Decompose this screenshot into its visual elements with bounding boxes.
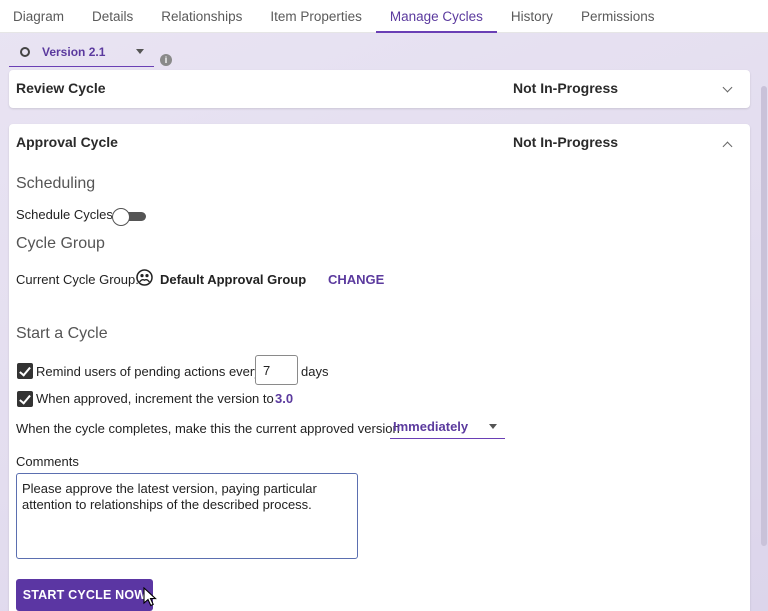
chevron-up-icon[interactable] [722,141,733,152]
review-cycle-card[interactable]: Review Cycle Not In-Progress [9,70,750,108]
chevron-down-icon[interactable] [722,82,733,93]
start-cycle-now-button[interactable]: START CYCLE NOW [16,579,153,611]
toggle-knob [112,208,130,226]
page-scrollbar[interactable] [761,36,767,611]
approved-version-timing-select[interactable]: Immediately [390,414,505,439]
tab-relationships[interactable]: Relationships [147,0,256,32]
chevron-down-icon [489,423,497,429]
complete-label: When the cycle completes, make this the … [16,421,400,436]
comments-textarea[interactable]: Please approve the latest version, payin… [16,473,358,559]
approved-version-timing-value: Immediately [393,418,469,434]
approval-cycle-status: Not In-Progress [513,134,619,150]
cycle-group-value: Default Approval Group [160,272,307,287]
schedule-cycles-label: Schedule Cycles [16,207,113,222]
change-group-link[interactable]: CHANGE [328,272,384,287]
tab-diagram[interactable]: Diagram [0,0,78,32]
review-cycle-title: Review Cycle [16,80,106,96]
scheduling-heading: Scheduling [16,175,96,192]
tab-history[interactable]: History [497,0,567,32]
increment-version-value: 3.0 [275,391,294,406]
tab-item-properties[interactable]: Item Properties [256,0,376,32]
approval-cycle-card: Approval Cycle Not In-Progress Schedulin… [9,124,750,611]
increment-label: When approved, increment the version to [36,391,274,406]
chevron-down-icon [136,49,144,54]
remind-checkbox[interactable] [17,363,33,379]
mouse-cursor-icon [143,587,157,607]
review-cycle-status: Not In-Progress [513,80,619,96]
group-icon [136,269,153,286]
scrollbar-thumb[interactable] [761,86,767,546]
tab-permissions[interactable]: Permissions [567,0,669,32]
tab-manage-cycles[interactable]: Manage Cycles [375,0,497,33]
version-select[interactable]: Version 2.1 [9,37,154,67]
current-cycle-group-label: Current Cycle Group: [16,272,139,287]
comments-label: Comments [16,454,79,469]
start-cycle-heading: Start a Cycle [16,325,108,342]
schedule-cycles-toggle[interactable] [112,208,146,226]
version-radio-icon [20,46,30,57]
remind-days-unit: days [301,364,329,379]
tab-details[interactable]: Details [78,0,147,32]
cycle-group-heading: Cycle Group [16,235,105,252]
increment-checkbox[interactable] [17,391,33,407]
approval-cycle-title: Approval Cycle [16,134,118,150]
top-tab-bar: Diagram Details Relationships Item Prope… [0,0,768,33]
info-icon[interactable]: i [160,54,172,66]
version-select-value: Version 2.1 [42,44,106,59]
remind-label: Remind users of pending actions every [36,364,261,379]
remind-days-input[interactable] [255,355,298,385]
